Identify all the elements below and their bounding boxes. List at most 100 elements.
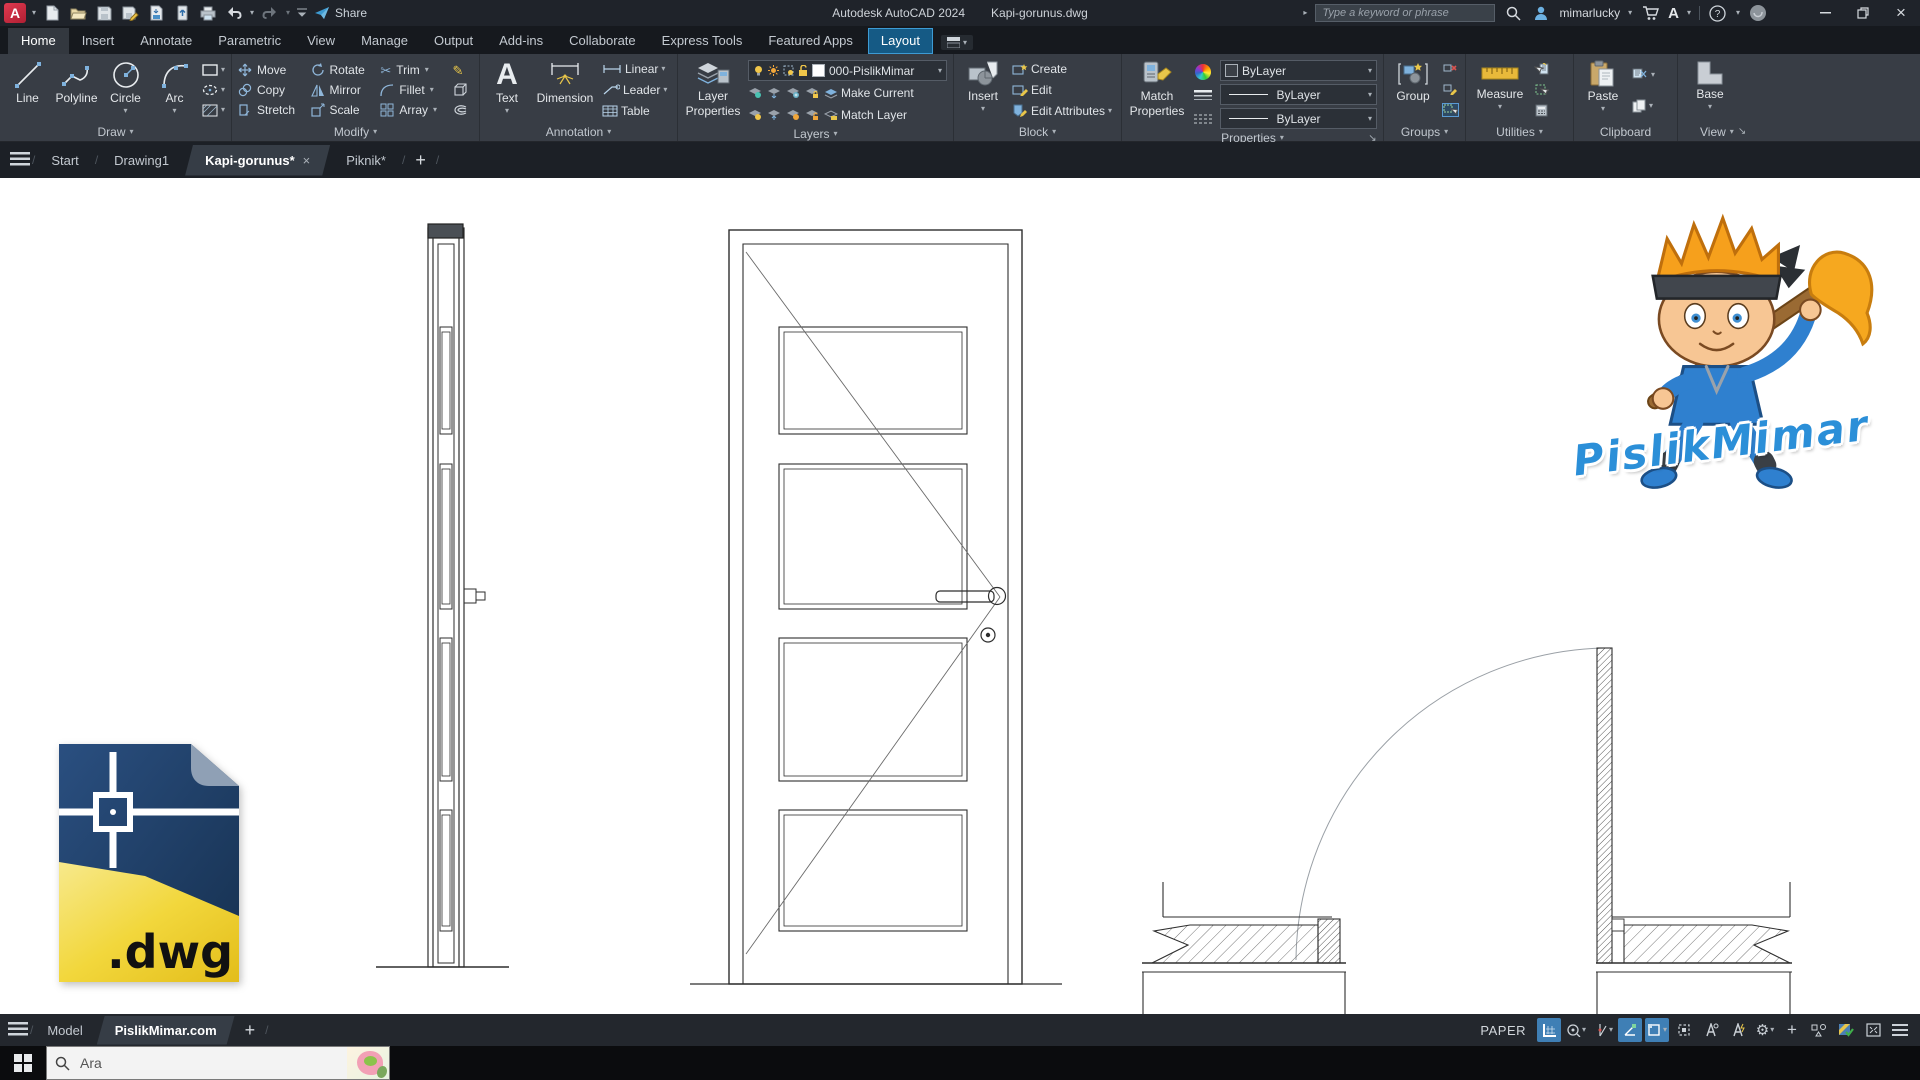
trim-button[interactable]: ✂ Trim ▾ <box>380 61 442 79</box>
linetype-icon[interactable] <box>1194 113 1212 125</box>
id-point-button[interactable] <box>1534 83 1549 96</box>
move-button[interactable]: Move <box>238 61 301 79</box>
search-icon[interactable] <box>1503 3 1523 23</box>
panel-label-layers[interactable]: Layers▾ <box>678 126 953 141</box>
linear-dimension-button[interactable]: Linear ▾ <box>602 60 667 78</box>
match-layer-button[interactable]: Match Layer <box>824 106 907 124</box>
leader-button[interactable]: Leader ▾ <box>602 81 667 99</box>
ribbon-display-toggle[interactable]: ▾ <box>941 35 973 50</box>
rotate-button[interactable]: Rotate <box>311 61 371 79</box>
panel-label-draw[interactable]: Draw▾ <box>0 122 231 141</box>
annotation-visibility-toggle[interactable] <box>1699 1018 1723 1042</box>
autodesk-a-icon[interactable]: A <box>1668 5 1679 22</box>
layer-unlock-button[interactable] <box>805 109 819 121</box>
group-selection-toggle[interactable] <box>1442 103 1459 117</box>
search-collapse-icon[interactable]: ▸ <box>1303 9 1307 17</box>
signed-in-user[interactable]: mimarlucky <box>1559 6 1620 20</box>
layout-tab-pislikmimar[interactable]: PislikMimar.com <box>97 1016 235 1045</box>
layer-isolate-button[interactable] <box>767 87 781 99</box>
arc-button[interactable]: Arc ▾ <box>153 58 196 122</box>
layer-properties-button[interactable]: Layer Properties <box>684 58 742 126</box>
layer-select-combo[interactable]: 000-PislikMimar ▾ <box>748 60 947 81</box>
offset-button[interactable] <box>453 101 473 119</box>
undo-icon[interactable] <box>224 3 244 23</box>
restore-button[interactable] <box>1848 1 1878 25</box>
insert-block-button[interactable]: Insert ▾ <box>960 58 1006 122</box>
group-button[interactable]: Group <box>1390 58 1436 122</box>
taskbar-search-box[interactable] <box>46 1046 390 1080</box>
autocad-app-icon[interactable]: A <box>4 3 26 23</box>
file-tabs-menu-icon[interactable] <box>10 152 30 169</box>
table-button[interactable]: Table <box>602 102 667 120</box>
osnap-toggle[interactable] <box>1618 1018 1642 1042</box>
taskbar-search-input[interactable] <box>78 1054 308 1072</box>
file-tab-piknik[interactable]: Piknik* <box>332 145 400 176</box>
app-menu-caret-icon[interactable]: ▾ <box>32 9 36 17</box>
selection-cycling-toggle[interactable] <box>1672 1018 1696 1042</box>
match-properties-button[interactable]: Match Properties <box>1128 58 1186 131</box>
mobile-upload-icon[interactable] <box>172 3 192 23</box>
copy-clip-button[interactable]: ▾ <box>1632 97 1655 115</box>
create-block-button[interactable]: Create <box>1012 60 1112 78</box>
dimension-button[interactable]: Dimension <box>534 58 596 122</box>
polar-tracking-toggle[interactable]: ▾ <box>1591 1018 1615 1042</box>
text-button[interactable]: A Text ▾ <box>486 58 528 122</box>
measure-button[interactable]: Measure ▾ <box>1472 58 1528 122</box>
layer-off-button[interactable] <box>748 87 762 99</box>
tab-parametric[interactable]: Parametric <box>205 28 294 54</box>
color-wheel-icon[interactable] <box>1195 64 1211 80</box>
new-file-icon[interactable] <box>42 3 62 23</box>
panel-label-block[interactable]: Block▾ <box>954 122 1121 141</box>
quick-access-customize-icon[interactable] <box>296 7 308 19</box>
new-drawing-button[interactable]: + <box>407 150 434 171</box>
user-avatar-icon[interactable] <box>1531 3 1551 23</box>
erase-button[interactable]: ✎ <box>453 61 473 79</box>
panel-label-utilities[interactable]: Utilities▾ <box>1466 122 1573 141</box>
open-folder-icon[interactable] <box>68 3 88 23</box>
panel-label-annotation[interactable]: Annotation▾ <box>480 122 677 141</box>
clean-screen-toggle[interactable] <box>1861 1018 1885 1042</box>
line-button[interactable]: Line <box>6 58 49 122</box>
tab-manage[interactable]: Manage <box>348 28 421 54</box>
rectangle-button[interactable]: ▾ <box>202 61 225 79</box>
isolate-objects-toggle[interactable] <box>1807 1018 1831 1042</box>
grid-toggle[interactable] <box>1537 1018 1561 1042</box>
array-button[interactable]: Array ▾ <box>380 101 442 119</box>
close-tab-icon[interactable]: × <box>303 153 311 168</box>
quick-select-button[interactable] <box>1534 63 1549 76</box>
panel-label-groups[interactable]: Groups▾ <box>1384 122 1465 141</box>
redo-caret-icon[interactable]: ▾ <box>286 9 290 17</box>
ungroup-button[interactable] <box>1442 63 1459 75</box>
tab-layout[interactable]: Layout <box>868 28 933 54</box>
tab-insert[interactable]: Insert <box>69 28 128 54</box>
scale-button[interactable]: Scale <box>311 101 371 119</box>
make-current-button[interactable]: Make Current <box>824 84 914 102</box>
notifications-icon[interactable] <box>1748 3 1768 23</box>
file-tab-start[interactable]: Start <box>37 145 92 176</box>
tab-featured-apps[interactable]: Featured Apps <box>755 28 866 54</box>
paste-button[interactable]: Paste ▾ <box>1580 58 1626 122</box>
copy-button[interactable]: Copy <box>238 81 301 99</box>
object-color-combo[interactable]: ByLayer ▾ <box>1220 60 1377 81</box>
new-layout-button[interactable]: + <box>237 1020 264 1041</box>
lineweight-icon[interactable] <box>1194 90 1212 102</box>
autodesk-caret-icon[interactable]: ▾ <box>1687 9 1691 17</box>
file-tab-drawing1[interactable]: Drawing1 <box>100 145 183 176</box>
search-highlight-image[interactable] <box>347 1047 389 1079</box>
lineweight-combo[interactable]: ByLayer ▾ <box>1220 84 1377 105</box>
annotation-scale-menu[interactable]: ⚙ ▾ <box>1753 1018 1777 1042</box>
panel-label-modify[interactable]: Modify▾ <box>232 122 479 141</box>
help-caret-icon[interactable]: ▾ <box>1736 9 1740 17</box>
linetype-combo[interactable]: ByLayer ▾ <box>1220 108 1377 129</box>
tab-add-ins[interactable]: Add-ins <box>486 28 556 54</box>
osnap-tracking-toggle[interactable]: ▾ <box>1645 1018 1669 1042</box>
close-button[interactable]: × <box>1886 1 1916 25</box>
save-icon[interactable] <box>94 3 114 23</box>
panel-label-view[interactable]: View▾ ↘ <box>1678 122 1920 141</box>
base-view-button[interactable]: Base ▾ <box>1684 58 1736 122</box>
drawing-canvas[interactable]: .dwg <box>0 178 1920 1014</box>
keyword-search-input[interactable] <box>1315 4 1495 22</box>
layer-unisolate-button[interactable] <box>767 109 781 121</box>
mirror-button[interactable]: Mirror <box>311 81 371 99</box>
tab-annotate[interactable]: Annotate <box>127 28 205 54</box>
